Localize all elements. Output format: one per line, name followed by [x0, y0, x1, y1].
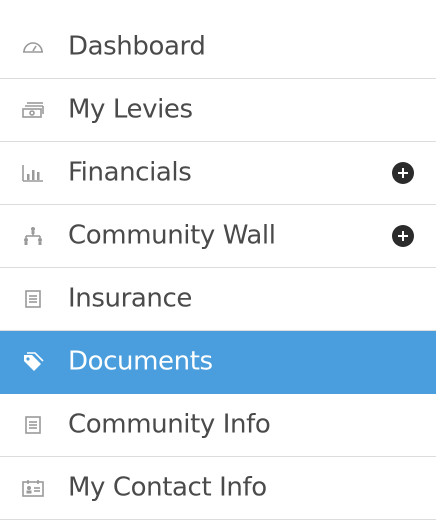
nav-item-label: Community Wall	[68, 220, 276, 251]
top-spacer	[0, 0, 436, 16]
bar-chart-icon	[18, 161, 48, 185]
expand-plus-icon[interactable]	[392, 225, 414, 247]
documents-tag-icon	[18, 350, 48, 374]
nav-item-label: Community Info	[68, 409, 271, 440]
nav-item-community-info[interactable]: Community Info	[0, 394, 436, 457]
document-list-icon	[18, 413, 48, 437]
nav-item-label: Financials	[68, 157, 192, 188]
nav-item-label: Dashboard	[68, 31, 206, 62]
nav-item-label: Insurance	[68, 283, 192, 314]
nav-item-financials[interactable]: Financials	[0, 142, 436, 205]
nav-item-my-levies[interactable]: My Levies	[0, 79, 436, 142]
contact-card-icon	[18, 476, 48, 500]
nav-item-my-contact-info[interactable]: My Contact Info	[0, 457, 436, 520]
people-hierarchy-icon	[18, 224, 48, 248]
nav-item-insurance[interactable]: Insurance	[0, 268, 436, 331]
cash-stack-icon	[18, 98, 48, 122]
nav-item-label: My Levies	[68, 94, 193, 125]
expand-plus-icon[interactable]	[392, 162, 414, 184]
dashboard-gauge-icon	[18, 35, 48, 59]
document-list-icon	[18, 287, 48, 311]
nav-item-dashboard[interactable]: Dashboard	[0, 16, 436, 79]
nav-item-label: Documents	[68, 346, 213, 377]
nav-item-documents[interactable]: Documents	[0, 331, 436, 394]
nav-item-label: My Contact Info	[68, 472, 267, 503]
sidebar-nav: Dashboard My Levies Financials Community…	[0, 16, 436, 520]
nav-item-community-wall[interactable]: Community Wall	[0, 205, 436, 268]
